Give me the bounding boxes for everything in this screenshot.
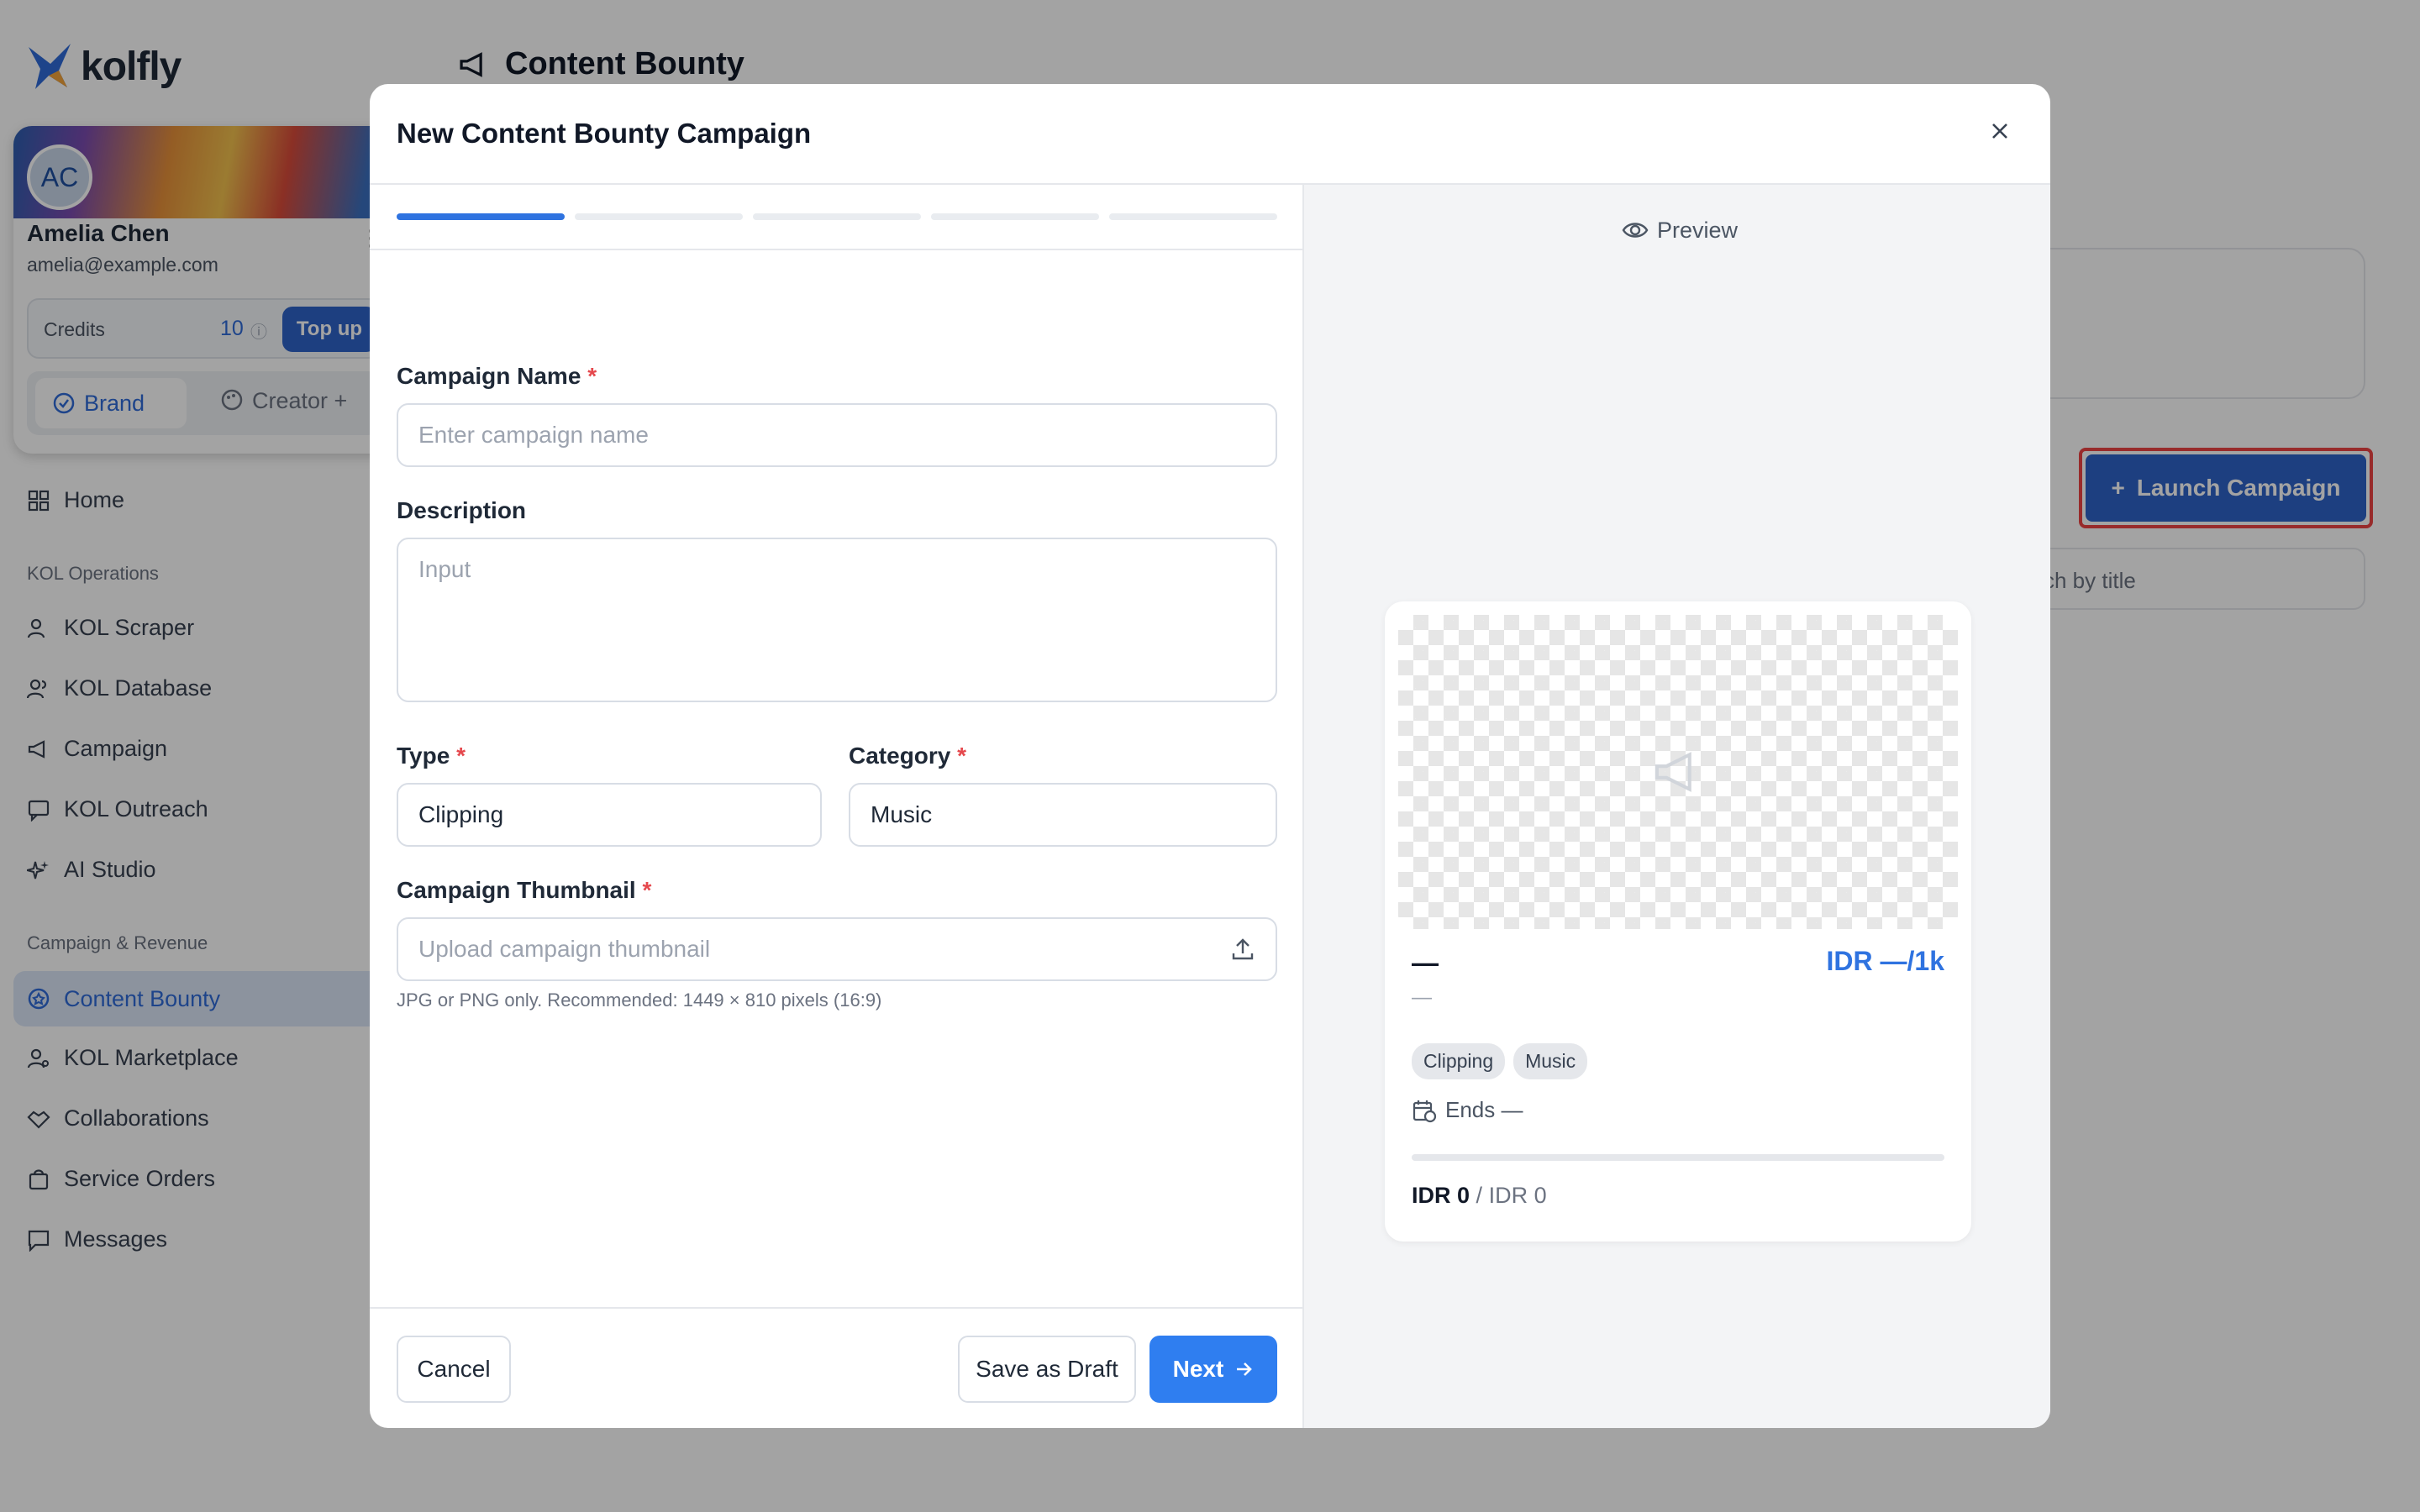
preview-subtitle: —: [1412, 986, 1432, 1009]
type-label-text: Type: [397, 743, 450, 769]
megaphone-icon: [1655, 752, 1691, 792]
preview-panel: Preview — IDR —/1k — Clipping Music Ends…: [1304, 185, 2050, 1428]
arrow-right-icon: [1237, 1362, 1253, 1376]
required-mark: *: [957, 743, 967, 769]
preview-ends-text: Ends —: [1445, 1097, 1523, 1122]
eye-icon: [1622, 223, 1649, 238]
save-draft-button[interactable]: Save as Draft: [958, 1336, 1136, 1403]
budget-total: IDR 0: [1488, 1183, 1547, 1208]
description-textarea[interactable]: Input: [397, 538, 1277, 702]
preview-rate: IDR —/1k: [1826, 946, 1944, 976]
steps-divider: [370, 249, 1304, 250]
step-4: [931, 213, 1099, 220]
cancel-button[interactable]: Cancel: [397, 1336, 511, 1403]
campaign-name-label: Campaign Name *: [397, 363, 597, 390]
step-5: [1109, 213, 1277, 220]
required-mark: *: [587, 363, 597, 389]
thumbnail-label: Campaign Thumbnail *: [397, 877, 651, 904]
preview-header: Preview: [1622, 217, 1738, 244]
type-select[interactable]: Clipping: [397, 783, 822, 847]
budget-spent: IDR 0: [1412, 1183, 1470, 1208]
step-2: [575, 213, 743, 220]
campaign-name-label-text: Campaign Name: [397, 363, 581, 389]
modal-header: New Content Bounty Campaign: [370, 84, 2050, 185]
calendar-clock-icon: [1413, 1100, 1437, 1122]
preview-card: — IDR —/1k — Clipping Music Ends — IDR 0…: [1385, 601, 1971, 1242]
budget-separator: /: [1476, 1183, 1483, 1208]
preview-ends: Ends —: [1412, 1097, 1523, 1123]
preview-tags: Clipping Music: [1412, 1043, 1588, 1079]
thumbnail-placeholder-area: [1398, 615, 1958, 929]
step-progress: [397, 213, 1277, 220]
form-panel: Campaign Name * Enter campaign name Desc…: [370, 185, 1304, 1428]
thumbnail-upload[interactable]: Upload campaign thumbnail: [397, 917, 1277, 981]
preview-header-label: Preview: [1657, 217, 1739, 243]
tag-category: Music: [1513, 1043, 1588, 1079]
new-campaign-modal: New Content Bounty Campaign Campaign Nam…: [370, 84, 2050, 1428]
footer-divider: [370, 1307, 1304, 1309]
upload-icon[interactable]: [1230, 937, 1255, 962]
tag-type: Clipping: [1412, 1043, 1506, 1079]
thumbnail-hint: JPG or PNG only. Recommended: 1449 × 810…: [397, 990, 882, 1011]
category-label-text: Category: [849, 743, 951, 769]
required-mark: *: [642, 877, 652, 903]
category-select[interactable]: Music: [849, 783, 1277, 847]
close-icon[interactable]: [1983, 114, 2017, 148]
next-label: Next: [1172, 1356, 1224, 1382]
required-mark: *: [456, 743, 466, 769]
thumbnail-label-text: Campaign Thumbnail: [397, 877, 636, 903]
category-label: Category *: [849, 743, 966, 769]
next-button[interactable]: Next: [1150, 1336, 1277, 1403]
preview-budget: IDR 0 / IDR 0: [1412, 1183, 1547, 1209]
description-label: Description: [397, 497, 527, 523]
type-label: Type *: [397, 743, 466, 769]
preview-progress-bar: [1412, 1154, 1944, 1161]
step-1: [397, 213, 565, 220]
thumbnail-placeholder: Upload campaign thumbnail: [418, 936, 711, 962]
step-3: [753, 213, 921, 220]
campaign-name-input[interactable]: Enter campaign name: [397, 403, 1277, 467]
preview-title: —: [1412, 948, 1439, 978]
modal-title: New Content Bounty Campaign: [397, 118, 812, 149]
